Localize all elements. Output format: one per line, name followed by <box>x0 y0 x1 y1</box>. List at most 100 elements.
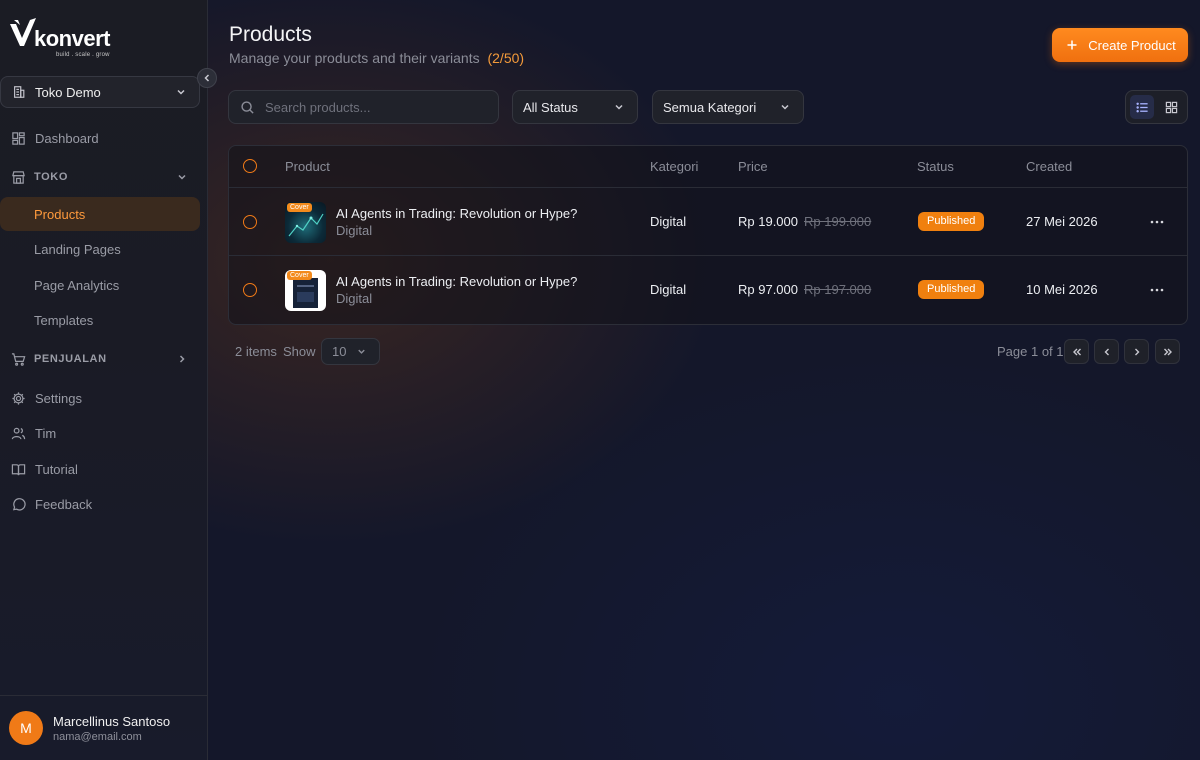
product-type: Digital <box>336 223 373 238</box>
list-view-button[interactable] <box>1130 95 1154 119</box>
chevron-left-icon <box>204 74 210 82</box>
chevron-down-icon <box>777 99 793 115</box>
products-table: Product Kategori Price Status Created Co… <box>228 145 1188 325</box>
konvert-logo[interactable]: konvert build . scale . grow <box>8 16 118 60</box>
user-profile-card[interactable]: M Marcellinus Santoso nama@email.com <box>0 695 207 760</box>
sidebar-item-label: Page Analytics <box>34 277 120 293</box>
product-type: Digital <box>336 291 373 306</box>
product-thumbnail: Cover <box>285 202 326 243</box>
create-product-button[interactable]: Create Product <box>1052 28 1188 62</box>
sidebar-item-tutorial[interactable]: Tutorial <box>0 452 200 486</box>
row-actions-button[interactable] <box>1147 280 1167 300</box>
users-icon <box>10 425 26 441</box>
avatar: M <box>9 711 43 745</box>
chevron-right-icon <box>1134 348 1139 355</box>
product-thumbnail: Cover <box>285 270 326 311</box>
sidebar-item-settings[interactable]: Settings <box>0 381 200 415</box>
sidebar-item-label: Products <box>34 206 86 222</box>
column-header-price[interactable]: Price <box>738 159 768 174</box>
sidebar-section-penjualan[interactable]: PENJUALAN <box>0 344 200 374</box>
chevron-down-icon <box>353 344 369 360</box>
sidebar-item-feedback[interactable]: Feedback <box>0 487 200 521</box>
grid-icon <box>1165 101 1177 113</box>
grid-view-button[interactable] <box>1159 95 1183 119</box>
plus-icon <box>1064 37 1080 53</box>
sidebar-item-label: Tutorial <box>35 461 78 477</box>
page-size-select[interactable]: 10 <box>321 338 380 365</box>
collapse-sidebar-button[interactable] <box>197 68 217 88</box>
sidebar-section-toko[interactable]: TOKO <box>0 162 200 192</box>
row-select-radio[interactable] <box>243 283 257 297</box>
chevrons-left-icon <box>1072 348 1081 355</box>
column-header-status[interactable]: Status <box>917 159 954 174</box>
sidebar-item-products[interactable]: Products <box>0 197 200 231</box>
page-subtitle-text: Manage your products and their variants <box>229 50 480 66</box>
select-all-radio[interactable] <box>243 159 257 173</box>
show-label: Show <box>283 344 316 359</box>
view-toggle <box>1125 90 1188 124</box>
store-icon <box>10 169 26 185</box>
chevron-down-icon <box>174 169 190 185</box>
cover-tag: Cover <box>287 203 312 212</box>
sidebar-item-label: Tim <box>35 425 57 441</box>
sidebar-item-page-analytics[interactable]: Page Analytics <box>0 268 200 302</box>
sidebar-item-landing-pages[interactable]: Landing Pages <box>0 232 200 266</box>
store-selector[interactable]: Toko Demo <box>0 76 200 108</box>
product-kategori: Digital <box>650 282 687 297</box>
product-created-date: 27 Mei 2026 <box>1026 214 1098 229</box>
product-name[interactable]: AI Agents in Trading: Revolution or Hype… <box>336 206 577 221</box>
product-price: Rp 19.000 Rp 199.000 <box>738 214 871 229</box>
row-actions-button[interactable] <box>1147 212 1167 232</box>
first-page-button[interactable] <box>1064 339 1089 364</box>
create-product-label: Create Product <box>1088 37 1176 53</box>
sidebar-item-dashboard[interactable]: Dashboard <box>0 121 200 155</box>
status-badge: Published <box>918 212 985 231</box>
sidebar-item-tim[interactable]: Tim <box>0 416 200 450</box>
table-row[interactable]: Cover AI Agents in Trading: Revolution o… <box>229 188 1187 256</box>
table-header: Product Kategori Price Status Created <box>229 146 1187 188</box>
status-filter-dropdown[interactable]: All Status <box>512 90 638 124</box>
original-price: Rp 197.000 <box>804 282 872 297</box>
sidebar-section-label: TOKO <box>34 171 68 183</box>
sidebar-section-label: PENJUALAN <box>34 353 107 365</box>
previous-page-button[interactable] <box>1094 339 1119 364</box>
page-subtitle: Manage your products and their variants … <box>229 50 524 66</box>
table-row[interactable]: Cover AI Agents in Trading: Revolution o… <box>229 256 1187 324</box>
search-box <box>228 90 499 124</box>
column-header-kategori[interactable]: Kategori <box>650 159 698 174</box>
user-email: nama@email.com <box>53 730 142 743</box>
more-horizontal-icon <box>1150 288 1164 292</box>
chevron-left-icon <box>1104 348 1109 355</box>
column-header-product[interactable]: Product <box>285 159 330 174</box>
store-name: Toko Demo <box>35 84 101 100</box>
next-page-button[interactable] <box>1124 339 1149 364</box>
category-filter-value: Semua Kategori <box>663 99 757 115</box>
status-filter-value: All Status <box>523 99 578 115</box>
chevron-right-icon <box>174 351 190 367</box>
chevron-down-icon <box>611 99 627 115</box>
gear-icon <box>10 390 26 406</box>
cover-tag: Cover <box>287 271 312 280</box>
sidebar-item-label: Dashboard <box>35 130 99 146</box>
building-icon <box>11 84 27 100</box>
items-count: 2 items <box>235 344 277 359</box>
product-price: Rp 97.000 Rp 197.000 <box>738 282 871 297</box>
row-select-radio[interactable] <box>243 215 257 229</box>
page-title: Products <box>229 23 312 46</box>
dashboard-icon <box>10 130 26 146</box>
sidebar-item-label: Settings <box>35 390 82 406</box>
user-name: Marcellinus Santoso <box>53 713 171 729</box>
list-icon <box>1135 102 1148 112</box>
category-filter-dropdown[interactable]: Semua Kategori <box>652 90 804 124</box>
page-size-value: 10 <box>332 344 347 359</box>
chevron-down-icon <box>173 84 189 100</box>
last-page-button[interactable] <box>1155 339 1180 364</box>
sidebar: konvert build . scale . grow Toko Demo D… <box>0 0 217 760</box>
column-header-created[interactable]: Created <box>1026 159 1072 174</box>
product-created-date: 10 Mei 2026 <box>1026 282 1098 297</box>
sidebar-item-templates[interactable]: Templates <box>0 303 200 337</box>
message-circle-icon <box>10 496 26 512</box>
product-name[interactable]: AI Agents in Trading: Revolution or Hype… <box>336 274 577 289</box>
current-price: Rp 97.000 <box>738 282 798 297</box>
search-input[interactable] <box>265 99 485 115</box>
